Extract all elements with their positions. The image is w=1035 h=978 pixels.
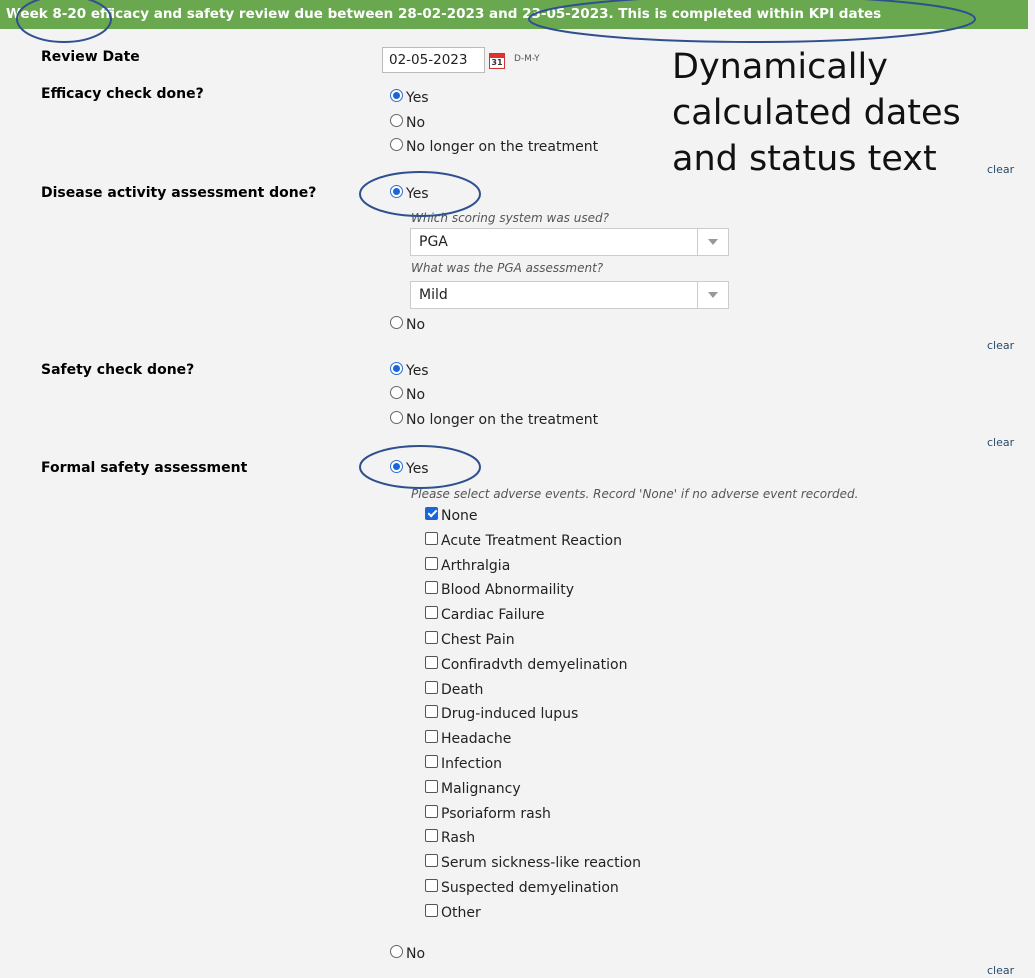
annotation-ellipse-week [16,0,112,43]
annotation-ellipse-formal-yes [359,445,481,489]
annotation-ellipse-disease-yes [359,171,481,217]
annotation-overlay [16,0,976,489]
annotation-ellipse-dates [528,0,976,43]
